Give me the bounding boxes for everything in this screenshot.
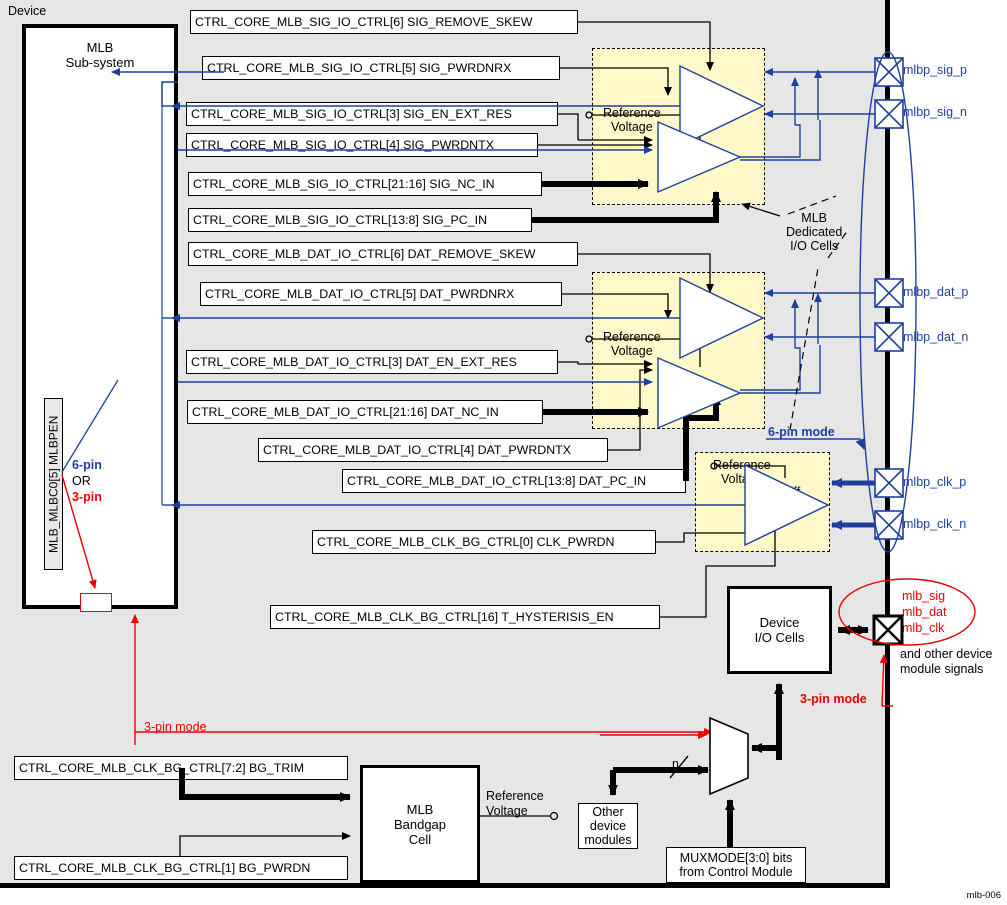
register-dat-pwrdntx: CTRL_CORE_MLB_DAT_IO_CTRL[4] DAT_PWRDNTX xyxy=(258,438,608,462)
dat-tx-label: Tx xyxy=(665,374,680,389)
mux-option-top-label: 0x5 xyxy=(718,732,739,747)
device-io-signal-names: mlb_sig mlb_dat mlb_clk xyxy=(902,589,947,635)
diagram-canvas: Device MLB Sub-system MLB_MLBC0[5] MLBPE… xyxy=(0,0,1007,905)
figure-id-label: mlb-006 xyxy=(966,890,1001,901)
register-dat-remove-skew: CTRL_CORE_MLB_DAT_IO_CTRL[6] DAT_REMOVE_… xyxy=(188,242,578,266)
bandgap-reference-voltage-label: Reference Voltage xyxy=(486,789,544,818)
or-label: OR xyxy=(72,474,91,488)
register-dat-nc-in: CTRL_CORE_MLB_DAT_IO_CTRL[21:16] DAT_NC_… xyxy=(187,400,543,424)
other-device-modules-box: Other device modules xyxy=(578,803,638,849)
diff-receiver-label: Diff Receiver xyxy=(765,484,817,513)
register-sig-pwrdnrx: CTRL_CORE_MLB_SIG_IO_CTRL[5] SIG_PWRDNRX xyxy=(202,56,560,80)
register-sig-remove-skew: CTRL_CORE_MLB_SIG_IO_CTRL[6] SIG_REMOVE_… xyxy=(190,10,578,34)
mlb-bandgap-cell-box: MLB Bandgap Cell xyxy=(360,765,480,883)
mlbpen-register: MLB_MLBC0[5] MLBPEN xyxy=(44,398,63,570)
mux-option-bottom-label: 0x- xyxy=(718,768,737,783)
register-t-hysterisis-en: CTRL_CORE_MLB_CLK_BG_CTRL[16] T_HYSTERIS… xyxy=(270,605,660,629)
three-pin-mode-left-annotation: 3-pin mode xyxy=(144,720,207,734)
mux-bus-width-label: n xyxy=(672,757,679,771)
pin-label-mlbp-clk-p: mlbp_clk_p xyxy=(903,475,967,489)
sig-rx-label: Rx xyxy=(700,94,716,109)
dat-reference-voltage-label: Reference Voltage xyxy=(603,330,661,358)
pin-label-mlbp-dat-p: mlbp_dat_p xyxy=(903,285,969,299)
register-sig-nc-in: CTRL_CORE_MLB_SIG_IO_CTRL[21:16] SIG_NC_… xyxy=(188,172,542,196)
sig-reference-voltage-label: Reference Voltage xyxy=(603,106,661,134)
dat-rx-label: Rx xyxy=(700,306,716,321)
pin-label-mlbp-clk-n: mlbp_clk_n xyxy=(903,517,967,531)
mlb-subsystem-title: MLB Sub-system xyxy=(65,40,135,70)
register-sig-en-ext-res: CTRL_CORE_MLB_SIG_IO_CTRL[3] SIG_EN_EXT_… xyxy=(186,102,558,126)
register-dat-pc-in: CTRL_CORE_MLB_DAT_IO_CTRL[13:8] DAT_PC_I… xyxy=(342,469,686,493)
three-pin-mode-right-annotation: 3-pin mode xyxy=(800,692,867,706)
register-sig-pwrdntx: CTRL_CORE_MLB_SIG_IO_CTRL[4] SIG_PWRDNTX xyxy=(186,133,538,157)
device-label: Device xyxy=(8,4,47,18)
register-dat-en-ext-res: CTRL_CORE_MLB_DAT_IO_CTRL[3] DAT_EN_EXT_… xyxy=(186,350,558,374)
three-pin-port-box xyxy=(80,593,112,612)
six-pin-mode-annotation: 6-pin mode xyxy=(768,425,835,439)
register-bg-pwrdn: CTRL_CORE_MLB_CLK_BG_CTRL[1] BG_PWRDN xyxy=(14,856,348,880)
register-sig-pc-in: CTRL_CORE_MLB_SIG_IO_CTRL[13:8] SIG_PC_I… xyxy=(188,208,532,232)
device-io-note: and other device module signals xyxy=(900,647,993,676)
mlb-dedicated-io-cells-callout: MLB Dedicated I/O Cells xyxy=(786,211,843,253)
pin-label-mlbp-sig-n: mlbp_sig_n xyxy=(903,105,967,119)
register-dat-pwrdnrx: CTRL_CORE_MLB_DAT_IO_CTRL[5] DAT_PWRDNRX xyxy=(200,282,562,306)
device-io-cells-box: Device I/O Cells xyxy=(727,586,832,674)
register-clk-pwrdn: CTRL_CORE_MLB_CLK_BG_CTRL[0] CLK_PWRDN xyxy=(312,530,656,554)
six-pin-label: 6-pin xyxy=(72,458,102,472)
clk-reference-voltage-label: Reference Voltage xyxy=(713,458,771,486)
register-bg-trim: CTRL_CORE_MLB_CLK_BG_CTRL[7:2] BG_TRIM xyxy=(14,756,348,780)
sig-tx-label: Tx xyxy=(665,148,680,163)
three-pin-label: 3-pin xyxy=(72,490,102,504)
pin-label-mlbp-dat-n: mlbp_dat_n xyxy=(903,330,969,344)
muxmode-control-box: MUXMODE[3:0] bits from Control Module xyxy=(666,847,806,883)
pin-label-mlbp-sig-p: mlbp_sig_p xyxy=(903,63,967,77)
